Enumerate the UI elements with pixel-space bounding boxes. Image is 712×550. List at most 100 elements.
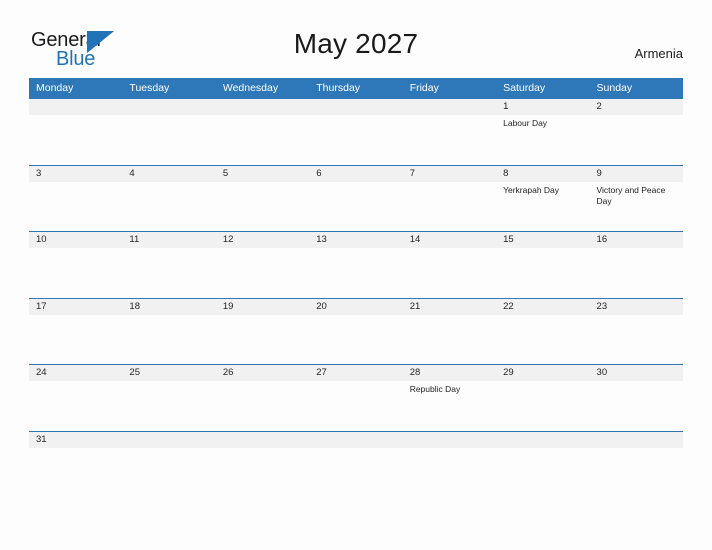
weekday-wednesday: Wednesday: [222, 82, 279, 94]
day-number[interactable]: 9: [590, 166, 683, 182]
date-number-band: 17 18 19 20 21 22 23: [29, 298, 683, 315]
day-number[interactable]: 13: [309, 232, 402, 248]
day-number[interactable]: 25: [122, 365, 215, 381]
day-event: [122, 115, 215, 163]
day-number[interactable]: 23: [590, 299, 683, 315]
day-number[interactable]: 29: [496, 365, 589, 381]
page-header: General Blue May 2027 Armenia: [0, 0, 712, 78]
day-event: [122, 381, 215, 429]
day-number[interactable]: [309, 432, 402, 448]
day-number[interactable]: 6: [309, 166, 402, 182]
day-number[interactable]: 2: [590, 99, 683, 115]
day-event: [29, 115, 122, 163]
day-event: [403, 115, 496, 163]
page-title: May 2027: [293, 28, 419, 59]
day-event: [309, 248, 402, 296]
day-event: [590, 381, 683, 429]
day-number[interactable]: [590, 432, 683, 448]
day-number[interactable]: 4: [122, 166, 215, 182]
day-number[interactable]: 28: [403, 365, 496, 381]
day-event: [403, 315, 496, 363]
day-number[interactable]: 20: [309, 299, 402, 315]
day-number[interactable]: 27: [309, 365, 402, 381]
event-band: [29, 248, 683, 296]
country-label: Armenia: [634, 46, 683, 61]
event-band: Yerkrapah Day Victory and Peace Day: [29, 182, 683, 230]
calendar-page: General Blue May 2027 Armenia Monday Tue…: [0, 0, 712, 550]
day-event: [29, 381, 122, 429]
day-event: [29, 182, 122, 230]
calendar-week-row: 3 4 5 6 7 8 9 Yerkrapah Day Victory and …: [29, 164, 683, 232]
day-number[interactable]: 7: [403, 166, 496, 182]
calendar-week-row: 1 2 Labour Day: [29, 98, 683, 165]
calendar-week-row: 24 25 26 27 28 29 30 Republic Day: [29, 364, 683, 431]
day-number[interactable]: 21: [403, 299, 496, 315]
day-number[interactable]: 14: [403, 232, 496, 248]
event-band: [29, 315, 683, 363]
day-event: [29, 248, 122, 296]
day-number[interactable]: 24: [29, 365, 122, 381]
day-event: [309, 315, 402, 363]
calendar-grid: Monday Tuesday Wednesday Thursday Friday…: [29, 78, 683, 457]
day-number[interactable]: [29, 99, 122, 115]
day-number[interactable]: 12: [216, 232, 309, 248]
day-event: Republic Day: [409, 384, 461, 394]
day-number[interactable]: 1: [496, 99, 589, 115]
day-event: Victory and Peace Day: [596, 184, 666, 206]
day-event: [29, 315, 122, 363]
weekday-tuesday: Tuesday: [129, 82, 170, 94]
day-number[interactable]: 15: [496, 232, 589, 248]
day-number[interactable]: 19: [216, 299, 309, 315]
day-event: [496, 315, 589, 363]
day-event: [216, 115, 309, 163]
day-number[interactable]: 11: [122, 232, 215, 248]
day-number[interactable]: 31: [29, 432, 122, 448]
day-event: [403, 182, 496, 230]
day-event: [403, 248, 496, 296]
day-event: [122, 182, 215, 230]
day-number[interactable]: 8: [496, 166, 589, 182]
day-number[interactable]: [122, 99, 215, 115]
day-number[interactable]: [216, 432, 309, 448]
day-number[interactable]: 30: [590, 365, 683, 381]
day-number[interactable]: 16: [590, 232, 683, 248]
day-event: [216, 248, 309, 296]
day-event: [590, 315, 683, 363]
weekday-thursday: Thursday: [316, 82, 361, 94]
day-event: [216, 315, 309, 363]
day-number[interactable]: 26: [216, 365, 309, 381]
day-event: [496, 381, 589, 429]
weekday-monday: Monday: [36, 82, 74, 94]
day-number[interactable]: 3: [29, 166, 122, 182]
day-number[interactable]: 18: [122, 299, 215, 315]
day-event: [122, 315, 215, 363]
date-number-band: 1 2: [29, 99, 683, 115]
day-number[interactable]: [403, 432, 496, 448]
day-number[interactable]: 17: [29, 299, 122, 315]
day-number[interactable]: 5: [216, 166, 309, 182]
day-number[interactable]: [309, 99, 402, 115]
event-band: Labour Day: [29, 115, 683, 163]
day-number[interactable]: 10: [29, 232, 122, 248]
day-event: [309, 182, 402, 230]
day-event: [309, 381, 402, 429]
day-number[interactable]: [403, 99, 496, 115]
day-event: [496, 248, 589, 296]
calendar-week-row: 31: [29, 430, 683, 457]
weekday-saturday: Saturday: [503, 82, 546, 94]
event-band: Republic Day: [29, 381, 683, 429]
date-number-band: 24 25 26 27 28 29 30: [29, 365, 683, 381]
day-event: Yerkrapah Day: [503, 184, 560, 195]
date-number-band: 10 11 12 13 14 15 16: [29, 232, 683, 248]
date-number-band: 3 4 5 6 7 8 9: [29, 165, 683, 182]
day-event: [216, 381, 309, 429]
day-event: [122, 248, 215, 296]
weekday-sunday: Sunday: [596, 82, 633, 94]
day-number[interactable]: 22: [496, 299, 589, 315]
day-number[interactable]: [496, 432, 589, 448]
calendar-week-row: 17 18 19 20 21 22 23: [29, 297, 683, 365]
day-number[interactable]: [122, 432, 215, 448]
day-number[interactable]: [216, 99, 309, 115]
day-event: [216, 182, 309, 230]
day-event: [590, 115, 683, 163]
